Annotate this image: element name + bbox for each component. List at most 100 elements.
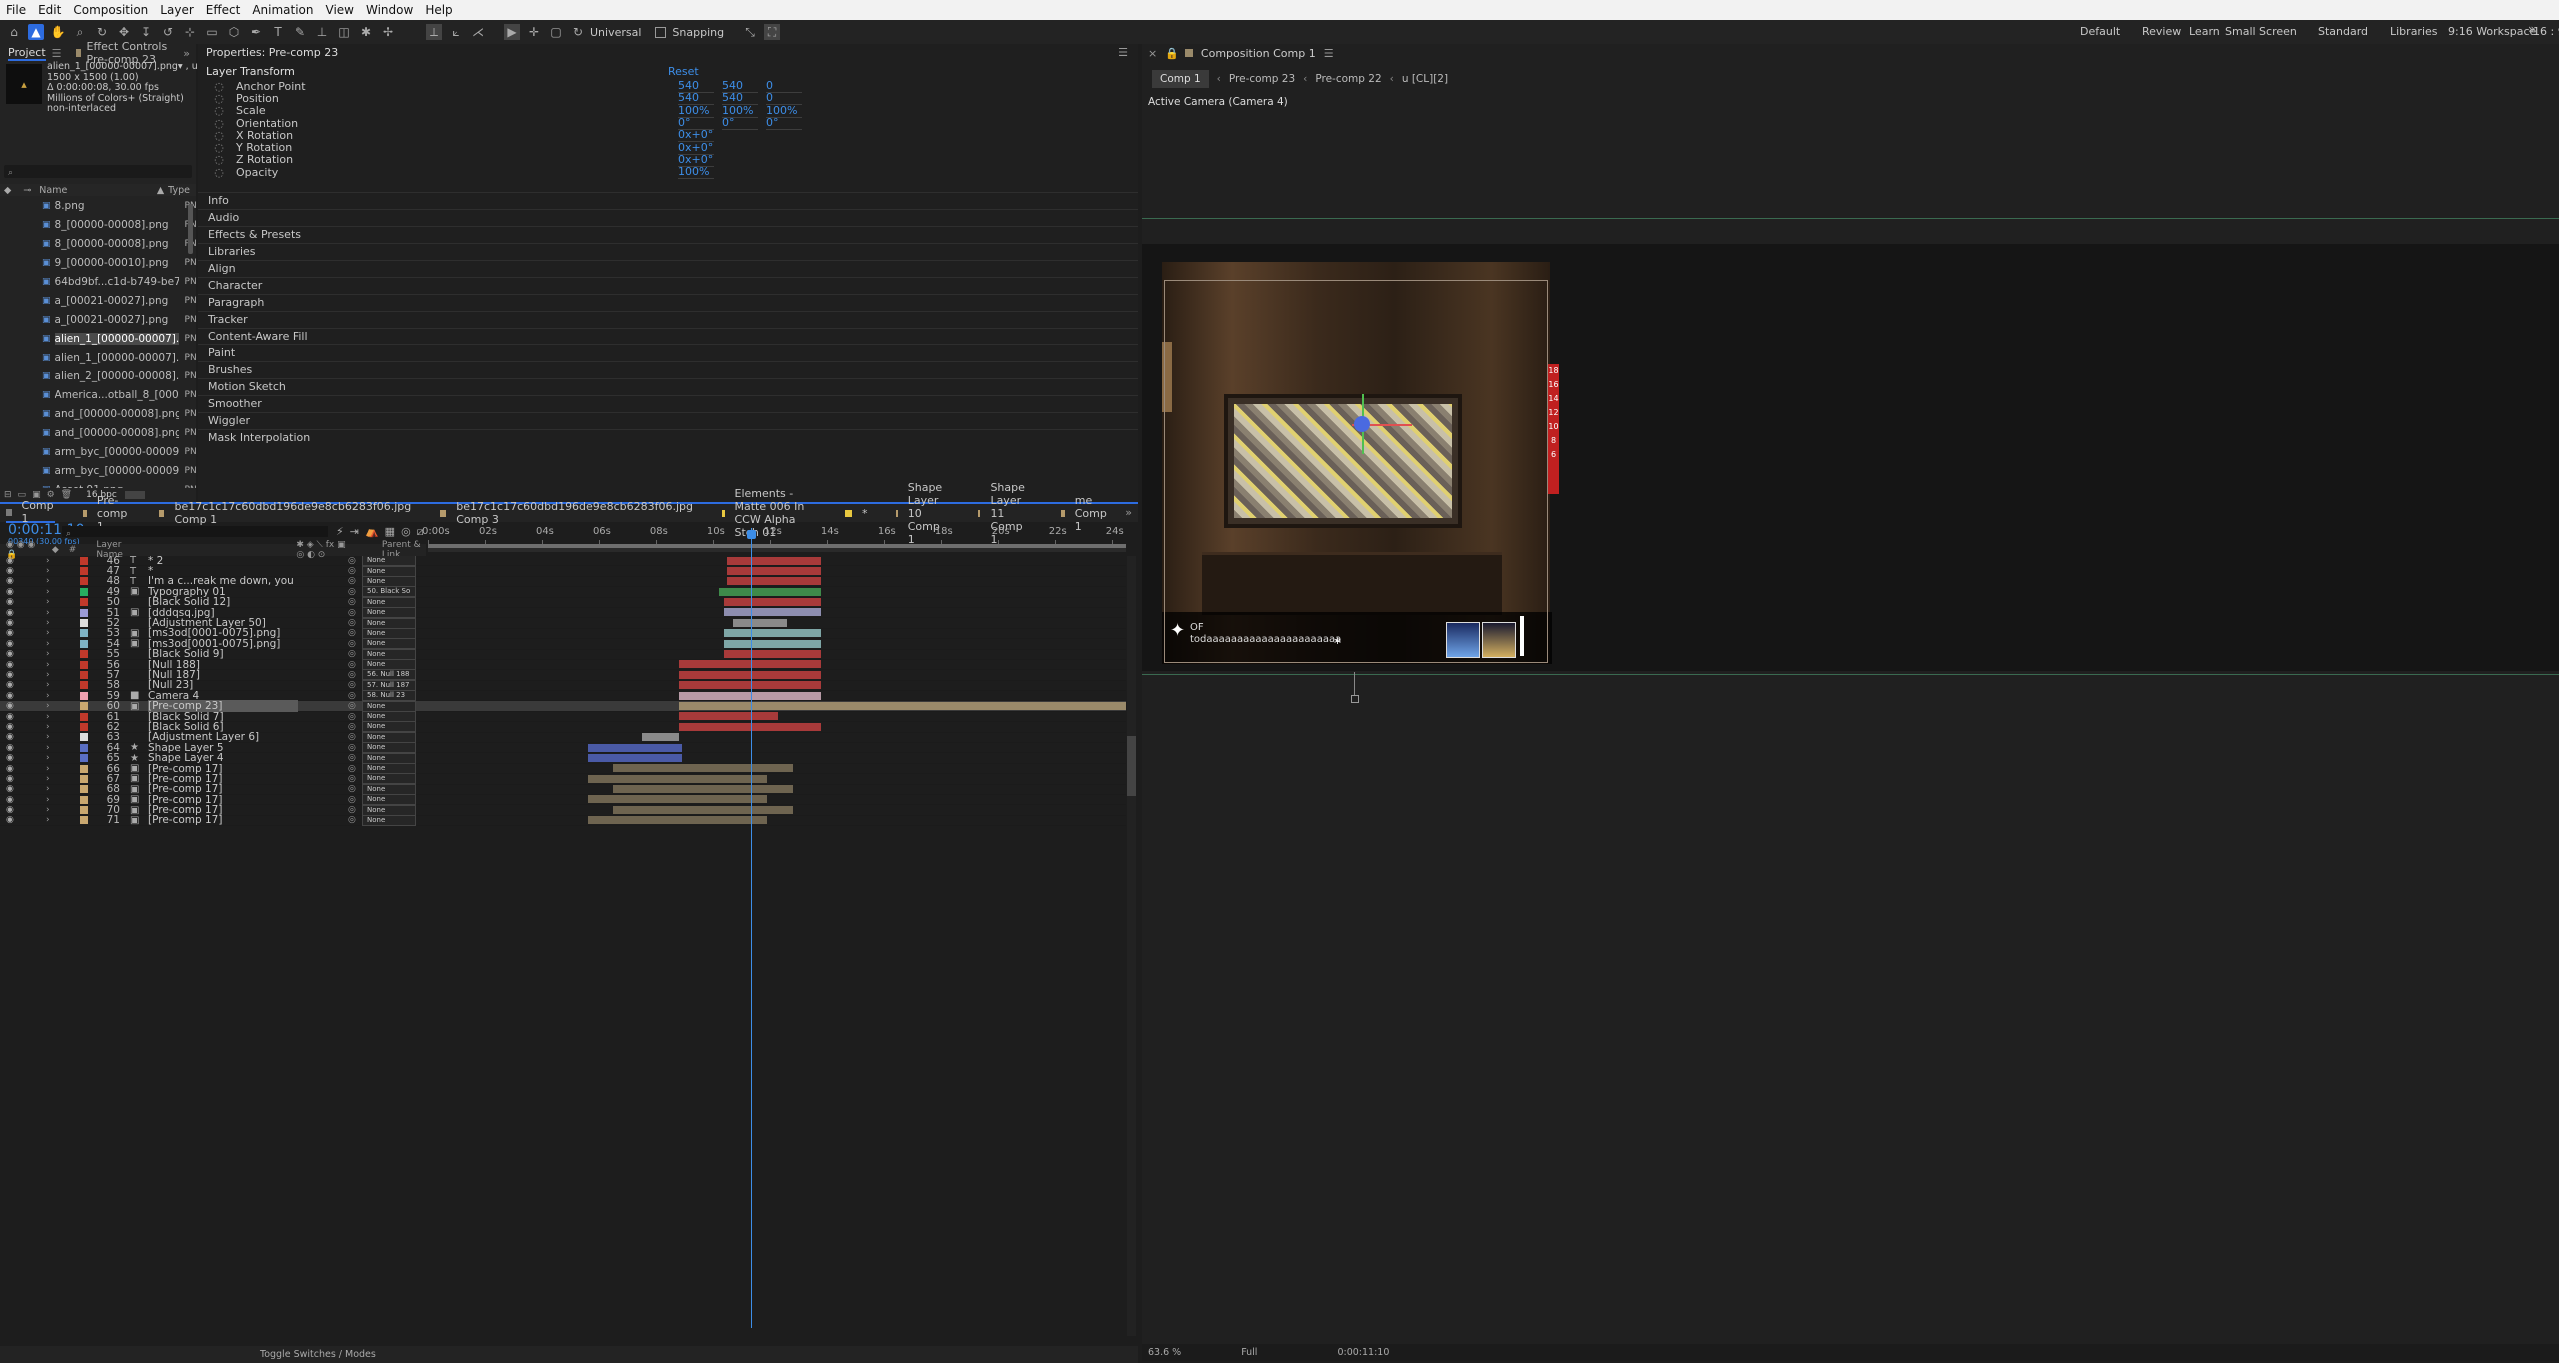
universal-label[interactable]: Universal bbox=[590, 26, 641, 39]
layer-label-swatch[interactable] bbox=[80, 712, 88, 721]
layer-label-swatch[interactable] bbox=[80, 733, 88, 742]
eraser-tool-icon[interactable]: ◫ bbox=[336, 24, 352, 40]
pickwhip-icon[interactable]: ◎ bbox=[348, 639, 356, 649]
expand-chevron-icon[interactable]: › bbox=[46, 712, 50, 722]
pickwhip-icon[interactable]: ◎ bbox=[348, 753, 356, 763]
workspace-tab[interactable]: 16 : 9 Workspace bbox=[2533, 20, 2559, 62]
stopwatch-icon[interactable]: ◌ bbox=[212, 141, 226, 154]
expand-chevron-icon[interactable]: › bbox=[46, 691, 50, 701]
project-item[interactable]: ▣ and_[00000-00008].png PN bbox=[0, 424, 196, 443]
stopwatch-icon[interactable]: ◌ bbox=[212, 104, 226, 117]
stopwatch-icon[interactable]: ◌ bbox=[212, 80, 226, 93]
visibility-eye-icon[interactable]: ◉ bbox=[6, 566, 18, 576]
layer-duration-bar[interactable] bbox=[724, 629, 822, 638]
comp-tab[interactable]: be17c1c17c60dbd196de9e8cb6283f06.jpg Com… bbox=[440, 500, 694, 526]
expand-chevron-icon[interactable]: › bbox=[46, 587, 50, 597]
project-item[interactable]: ▣arm_byc_[00000-00009].png PN bbox=[0, 461, 196, 480]
pickwhip-icon[interactable]: ◎ bbox=[348, 774, 356, 784]
expand-chevron-icon[interactable]: › bbox=[46, 597, 50, 607]
parent-select[interactable]: None bbox=[362, 794, 416, 806]
parent-select[interactable]: None bbox=[362, 575, 416, 587]
parent-select[interactable]: None bbox=[362, 638, 416, 650]
visibility-eye-icon[interactable]: ◉ bbox=[6, 795, 18, 805]
parent-select[interactable]: None bbox=[362, 627, 416, 639]
layer-label-swatch[interactable] bbox=[80, 764, 88, 773]
project-item[interactable]: ▣8_[00000-00008].pngPN bbox=[0, 235, 196, 254]
visibility-eye-icon[interactable]: ◉ bbox=[6, 680, 18, 690]
project-item[interactable]: ▣8_[00000-00008].pngPN bbox=[0, 216, 196, 235]
project-item[interactable]: ▣8.pngPN bbox=[0, 197, 196, 216]
pickwhip-icon[interactable]: ◎ bbox=[348, 784, 356, 794]
visibility-eye-icon[interactable]: ◉ bbox=[6, 753, 18, 763]
parent-select[interactable]: None bbox=[362, 763, 416, 774]
3d-shape-icon[interactable]: ⬡ bbox=[226, 24, 242, 40]
panel-section-header[interactable]: Wiggler bbox=[198, 411, 1138, 429]
menu-item[interactable]: Animation bbox=[252, 3, 313, 17]
parent-select[interactable]: None bbox=[362, 773, 416, 785]
delete-icon[interactable]: 🗑 bbox=[61, 490, 72, 500]
layer-duration-bar[interactable] bbox=[587, 816, 768, 825]
expand-chevron-icon[interactable]: › bbox=[46, 815, 50, 825]
draft-3d-icon[interactable]: ⇥ bbox=[350, 525, 359, 539]
pickwhip-icon[interactable]: ◎ bbox=[348, 608, 356, 618]
layer-label-swatch[interactable] bbox=[80, 691, 88, 700]
parent-select[interactable]: None bbox=[362, 804, 416, 816]
anchor-tool-icon[interactable]: ⊹ bbox=[182, 24, 198, 40]
layer-label-swatch[interactable] bbox=[80, 754, 88, 763]
panel-section-header[interactable]: Smoother bbox=[198, 395, 1138, 412]
hand-tool-icon[interactable]: ✋ bbox=[50, 24, 66, 40]
world-axis-icon[interactable]: ⟀ bbox=[448, 24, 464, 40]
layer-label-swatch[interactable] bbox=[80, 650, 88, 659]
view-axis-icon[interactable]: ⋌ bbox=[470, 24, 486, 40]
orbit-camera-icon[interactable]: ↻ bbox=[94, 24, 110, 40]
project-search-input[interactable]: ⌕ bbox=[4, 165, 192, 178]
expand-chevron-icon[interactable]: › bbox=[46, 618, 50, 628]
crumb-precomp22[interactable]: Pre-comp 22 bbox=[1315, 73, 1381, 85]
lock-icon[interactable]: 🔒 bbox=[1165, 47, 1179, 60]
pickwhip-icon[interactable]: ◎ bbox=[348, 732, 356, 742]
parent-select[interactable]: None bbox=[362, 700, 416, 712]
project-item[interactable]: ▣ 9_[00000-00010].png PN bbox=[0, 254, 196, 273]
visibility-eye-icon[interactable]: ◉ bbox=[6, 608, 18, 618]
snapping-checkbox[interactable] bbox=[655, 26, 667, 38]
shy-icon[interactable]: ⛺ bbox=[365, 525, 379, 539]
visibility-eye-icon[interactable]: ◉ bbox=[6, 701, 18, 711]
layer-duration-bar[interactable] bbox=[613, 785, 793, 794]
timeline-overflow-icon[interactable]: » bbox=[1125, 506, 1132, 519]
expand-chevron-icon[interactable]: › bbox=[46, 576, 50, 586]
pickwhip-icon[interactable]: ◎ bbox=[348, 566, 356, 576]
workspace-tab[interactable]: Default bbox=[2080, 20, 2120, 44]
project-item[interactable]: ▣arm_byc_[00000-00009].png PN bbox=[0, 443, 196, 462]
comp-tab[interactable]: be17c1c17c60dbd196de9e8cb6283f06.jpg Com… bbox=[158, 500, 413, 526]
pickwhip-icon[interactable]: ◎ bbox=[348, 764, 356, 774]
layer-label-swatch[interactable] bbox=[80, 598, 88, 607]
crumb-comp1[interactable]: Comp 1 bbox=[1152, 70, 1209, 88]
parent-select[interactable]: 56. Null 188 bbox=[362, 669, 416, 681]
project-item[interactable]: ▣64bd9bf...c1d-b749-be7e01c098ca.png PN bbox=[0, 273, 196, 292]
visibility-eye-icon[interactable]: ◉ bbox=[6, 743, 18, 753]
visibility-eye-icon[interactable]: ◉ bbox=[6, 618, 18, 628]
comp-tab[interactable]: Comp 1 bbox=[6, 499, 56, 525]
visibility-eye-icon[interactable]: ◉ bbox=[6, 587, 18, 597]
position-3d-icon[interactable]: ✛ bbox=[526, 24, 542, 40]
parent-select[interactable]: None bbox=[362, 783, 416, 795]
pickwhip-icon[interactable]: ◎ bbox=[348, 701, 356, 711]
parent-select[interactable]: None bbox=[362, 565, 416, 577]
comp-tab[interactable]: Elements - Matte 006 In CCW Alpha Stch 0… bbox=[722, 487, 817, 539]
comp-switch-icon[interactable]: ⚡ bbox=[336, 525, 344, 539]
property-value[interactable]: 100% bbox=[678, 165, 714, 180]
resolution-select[interactable]: Full bbox=[1241, 1347, 1257, 1358]
layer-bounding-box[interactable] bbox=[1164, 280, 1548, 663]
visibility-eye-icon[interactable]: ◉ bbox=[6, 660, 18, 670]
layer-label-swatch[interactable] bbox=[80, 619, 88, 628]
panel-section-header[interactable]: Paint bbox=[198, 344, 1138, 361]
layer-label-swatch[interactable] bbox=[80, 587, 88, 596]
layer-label-swatch[interactable] bbox=[80, 806, 88, 815]
parent-select[interactable]: 57. Null 187 bbox=[362, 679, 416, 691]
panel-section-header[interactable]: Tracker bbox=[198, 310, 1138, 328]
menu-item[interactable]: Edit bbox=[38, 3, 61, 17]
visibility-eye-icon[interactable]: ◉ bbox=[6, 670, 18, 680]
parent-select[interactable]: 50. Black So bbox=[362, 586, 416, 598]
visibility-eye-icon[interactable]: ◉ bbox=[6, 691, 18, 701]
menu-item[interactable]: View bbox=[326, 3, 354, 17]
